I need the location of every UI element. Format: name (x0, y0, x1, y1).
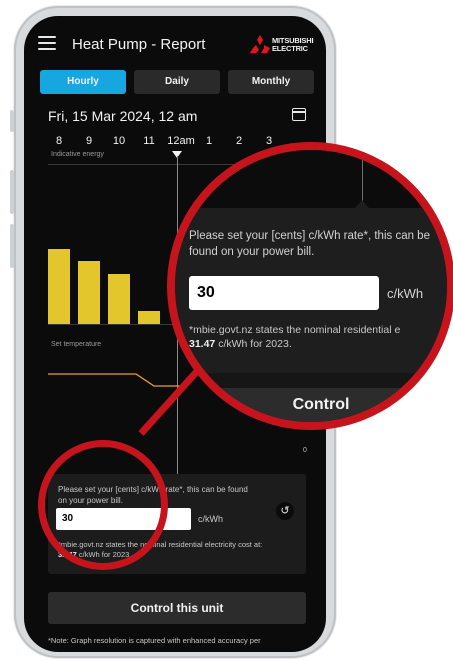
axis-zero-label: 0 (303, 447, 307, 454)
rate-unit: c/kWh (198, 514, 224, 524)
hour-label[interactable]: 11 (143, 135, 154, 147)
hour-label[interactable]: 9 (86, 135, 92, 147)
app-header: Heat Pump - Report MITSUBISHI ELECTRIC (24, 16, 326, 64)
page-title: Heat Pump - Report (72, 36, 206, 53)
calendar-icon[interactable] (292, 108, 306, 121)
tab-daily[interactable]: Daily (134, 70, 220, 94)
zoom-rate-card: Please set your [cents] c/kWh rate*, thi… (175, 208, 447, 373)
phone-volume-down-button (10, 224, 14, 268)
hour-label[interactable]: 10 (113, 135, 125, 147)
zoom-rate-input[interactable]: 30 (189, 276, 379, 310)
zoom-card-caret-icon (355, 200, 369, 208)
zoom-current-hour-line (362, 150, 363, 206)
energy-bar[interactable] (78, 261, 100, 324)
hour-label[interactable]: 2 (236, 135, 242, 147)
hour-label[interactable]: 12am (167, 135, 195, 147)
mitsubishi-diamond-logo (250, 35, 270, 53)
hour-label[interactable]: 3 (266, 135, 272, 147)
phone-volume-up-button (10, 170, 14, 214)
graph-footnote: *Note: Graph resolution is captured with… (48, 636, 261, 645)
zoom-focus-ring (38, 440, 168, 570)
hamburger-menu-icon[interactable] (38, 36, 56, 50)
tab-monthly[interactable]: Monthly (228, 70, 314, 94)
energy-chart-label: Indicative energy (51, 151, 104, 158)
selected-date: Fri, 15 Mar 2024, 12 am (48, 108, 198, 124)
zoom-rate-unit: c/kWh (387, 286, 424, 301)
zoom-magnifier: Please set your [cents] c/kWh rate*, thi… (167, 142, 453, 430)
set-temperature-label: Set temperature (51, 341, 102, 348)
hour-label[interactable]: 1 (206, 135, 212, 147)
energy-bar[interactable] (138, 311, 160, 324)
zoom-rate-note: *mbie.govt.nz states the nominal residen… (189, 324, 401, 350)
brand-logo-text: MITSUBISHI ELECTRIC (272, 36, 314, 53)
zoom-rate-note-value: 31.47 (189, 338, 216, 350)
zoom-rate-prompt: Please set your [cents] c/kWh rate*, thi… (189, 230, 430, 258)
energy-bar[interactable] (48, 249, 70, 324)
hour-label[interactable]: 8 (56, 135, 62, 147)
control-unit-button[interactable]: Control this unit (48, 592, 306, 624)
energy-bar[interactable] (108, 274, 130, 324)
brand-logo: MITSUBISHI ELECTRIC (250, 35, 320, 55)
reset-icon[interactable]: ↺ (276, 502, 294, 520)
tab-hourly[interactable]: Hourly (40, 70, 126, 94)
phone-side-button (10, 110, 14, 132)
